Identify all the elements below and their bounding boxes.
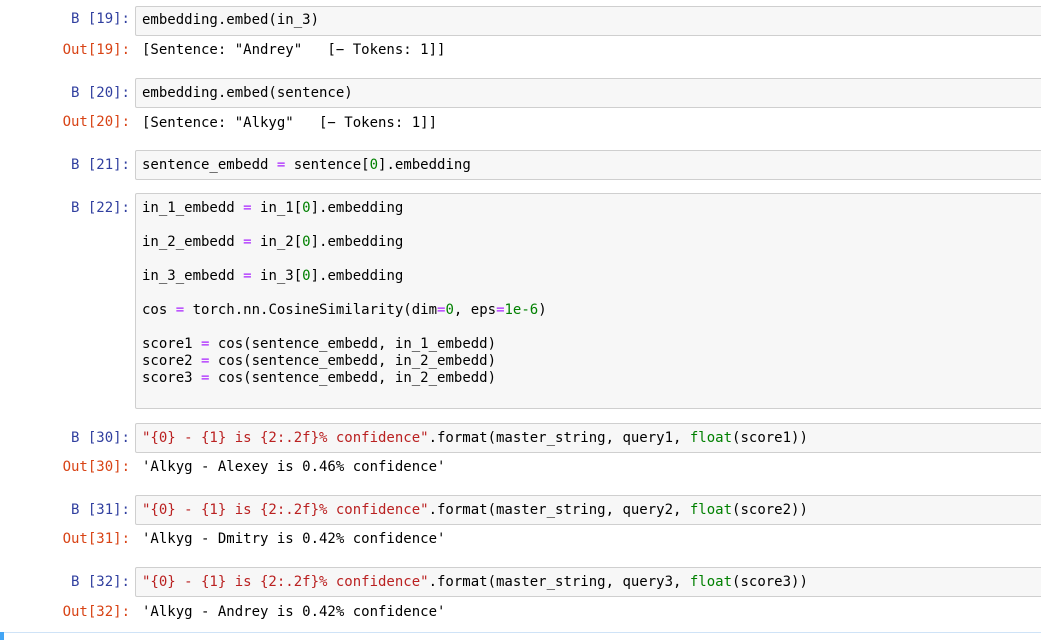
code-cell-20[interactable]: embedding.embed(sentence)	[135, 78, 1041, 108]
code-cell-31[interactable]: "{0} - {1} is {2:.2f}% confidence".forma…	[135, 495, 1041, 525]
operator-token: =	[496, 302, 505, 318]
input-prompt-31: В [31]:	[70, 502, 130, 518]
code-line: score3 = cos(sentence_embedd, in_2_embed…	[142, 370, 496, 387]
number-token: 0	[445, 302, 454, 318]
code-cell-19[interactable]: embedding.embed(in_3)	[135, 6, 1041, 36]
code-line: "{0} - {1} is {2:.2f}% confidence".forma…	[142, 574, 808, 591]
code-line: in_3_embedd = in_3[0].embedding	[142, 268, 403, 285]
code-cell-22[interactable]: in_1_embedd = in_1[0].embedding in_2_emb…	[135, 193, 1041, 409]
code-token: (score2))	[732, 502, 808, 518]
code-token: score3	[142, 370, 202, 386]
code-cell-30[interactable]: "{0} - {1} is {2:.2f}% confidence".forma…	[135, 423, 1041, 453]
code-line: sentence_embedd = sentence[0].embedding	[142, 157, 471, 174]
code-token: .format(master_string, query3,	[428, 574, 690, 590]
output-prompt-32: Out[32]:	[62, 604, 130, 620]
code-token: in_2[	[251, 234, 303, 250]
number-token: 0	[302, 234, 311, 250]
operator-token: =	[243, 234, 252, 250]
code-token: score1	[142, 336, 202, 352]
input-prompt-22: В [22]:	[70, 200, 130, 216]
number-token: 1e-6	[504, 302, 539, 318]
operator-token: =	[243, 200, 252, 216]
code-token: in_1[	[251, 200, 303, 216]
output-prompt-30: Out[30]:	[62, 459, 130, 475]
code-token: in_2_embedd	[142, 234, 244, 250]
code-line: score2 = cos(sentence_embedd, in_2_embed…	[142, 353, 496, 370]
cell-output-19: [Sentence: "Andrey" [− Tokens: 1]]	[142, 42, 446, 58]
operator-token: =	[175, 302, 185, 318]
code-line: "{0} - {1} is {2:.2f}% confidence".forma…	[142, 430, 808, 447]
code-token: ].embedding	[310, 200, 404, 216]
code-line: embedding.embed(in_3)	[142, 12, 320, 28]
output-prompt-20: Out[20]:	[62, 114, 130, 130]
code-token: in_3_embedd	[142, 268, 244, 284]
output-prompt-31: Out[31]:	[62, 531, 130, 547]
output-prompt-19: Out[19]:	[62, 42, 130, 58]
code-token: ].embedding	[310, 234, 404, 250]
input-prompt-21: В [21]:	[70, 157, 130, 173]
code-token: .format(master_string, query2,	[428, 502, 690, 518]
code-line: in_2_embedd = in_2[0].embedding	[142, 234, 403, 251]
cell-output-31: 'Alkyg - Dmitry is 0.42% confidence'	[142, 531, 446, 547]
code-token: cos(sentence_embedd, in_2_embedd)	[209, 370, 497, 386]
builtin-token: float	[689, 430, 733, 446]
number-token: 0	[302, 200, 311, 216]
code-line: "{0} - {1} is {2:.2f}% confidence".forma…	[142, 502, 808, 519]
code-token: cos	[142, 302, 176, 318]
input-prompt-20: В [20]:	[70, 85, 130, 101]
code-token: in_1_embedd	[142, 200, 244, 216]
selected-cell-indicator[interactable]	[0, 632, 4, 640]
code-token: torch.nn.CosineSimilarity(dim	[184, 302, 438, 318]
code-token: , eps	[453, 302, 497, 318]
number-token: 0	[302, 268, 311, 284]
cell-output-32: 'Alkyg - Andrey is 0.42% confidence'	[142, 604, 446, 620]
cell-output-30: 'Alkyg - Alexey is 0.46% confidence'	[142, 459, 446, 475]
input-prompt-19: В [19]:	[70, 11, 130, 27]
code-token: )	[538, 302, 547, 318]
code-line: score1 = cos(sentence_embedd, in_1_embed…	[142, 336, 496, 353]
next-cell-border	[0, 632, 1041, 633]
code-cell-21[interactable]: sentence_embedd = sentence[0].embedding	[135, 150, 1041, 180]
code-token: ].embedding	[310, 268, 404, 284]
code-token: sentence_embedd	[142, 157, 277, 173]
cell-output-20: [Sentence: "Alkyg" [− Tokens: 1]]	[142, 115, 438, 131]
input-prompt-32: В [32]:	[70, 574, 130, 590]
builtin-token: float	[689, 502, 733, 518]
code-token: cos(sentence_embedd, in_2_embedd)	[209, 353, 497, 369]
code-line: in_1_embedd = in_1[0].embedding	[142, 200, 403, 217]
operator-token: =	[243, 268, 252, 284]
code-token: (score1))	[732, 430, 808, 446]
code-line: embedding.embed(sentence)	[142, 85, 353, 101]
input-prompt-30: В [30]:	[70, 430, 130, 446]
code-token: cos(sentence_embedd, in_1_embedd)	[209, 336, 497, 352]
string-token: "{0} - {1} is {2:.2f}% confidence"	[142, 574, 429, 590]
code-line: cos = torch.nn.CosineSimilarity(dim=0, e…	[142, 302, 547, 319]
code-token: in_3[	[251, 268, 303, 284]
code-cell-32[interactable]: "{0} - {1} is {2:.2f}% confidence".forma…	[135, 567, 1041, 597]
code-token: score2	[142, 353, 202, 369]
code-token: ].embedding	[378, 157, 471, 173]
string-token: "{0} - {1} is {2:.2f}% confidence"	[142, 502, 429, 518]
code-token: .format(master_string, query1,	[428, 430, 690, 446]
number-token: 0	[369, 157, 379, 173]
builtin-token: float	[689, 574, 733, 590]
string-token: "{0} - {1} is {2:.2f}% confidence"	[142, 430, 429, 446]
code-token: sentence[	[285, 157, 370, 173]
code-token: (score3))	[732, 574, 808, 590]
